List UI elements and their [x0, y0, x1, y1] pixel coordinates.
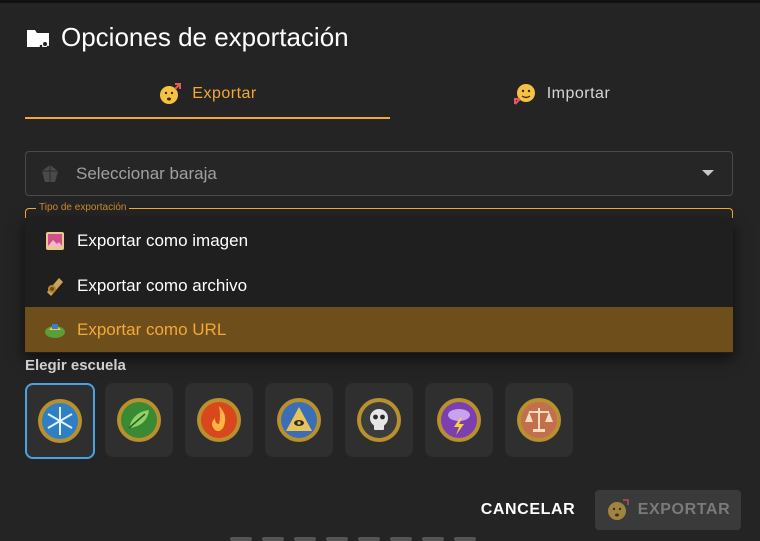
- cancel-button[interactable]: CANCELAR: [470, 495, 586, 525]
- menu-item-export-image[interactable]: Exportar como imagen: [25, 218, 733, 263]
- dialog-header: Opciones de exportación: [25, 22, 349, 53]
- export-type-menu: Exportar como imagen Exportar como archi…: [25, 218, 733, 353]
- school-storm[interactable]: [425, 383, 493, 457]
- folder-share-icon: [27, 29, 50, 48]
- school-label: Elegir escuela: [25, 357, 126, 374]
- menu-item-label: Exportar como imagen: [77, 230, 249, 250]
- menu-item-label: Exportar como URL: [77, 319, 227, 339]
- url-stamp-icon: [45, 323, 65, 338]
- tab-export-label: Exportar: [192, 85, 257, 102]
- school-fire[interactable]: [185, 383, 253, 457]
- school-ice[interactable]: [25, 383, 95, 459]
- export-button-label: EXPORTAR: [637, 501, 731, 518]
- tab-export[interactable]: Exportar: [25, 70, 390, 118]
- myth-school-icon: [277, 398, 321, 442]
- deck-select[interactable]: Seleccionar baraja: [25, 151, 733, 196]
- export-button[interactable]: EXPORTAR: [595, 490, 741, 530]
- school-death[interactable]: [345, 383, 413, 457]
- life-school-icon: [117, 398, 161, 442]
- ice-school-icon: [38, 399, 82, 443]
- tab-import[interactable]: Importar: [390, 70, 733, 118]
- tab-bar: Exportar Importar: [25, 70, 733, 120]
- file-scroll-icon: [47, 277, 63, 296]
- tab-import-label: Importar: [546, 85, 611, 102]
- fire-school-icon: [197, 398, 241, 442]
- school-balance[interactable]: [505, 383, 573, 457]
- image-scroll-icon: [46, 231, 64, 250]
- background-toolbar-peek: [230, 537, 530, 541]
- deck-select-placeholder: Seleccionar baraja: [76, 163, 217, 183]
- menu-item-export-file[interactable]: Exportar como archivo: [25, 263, 733, 308]
- school-life[interactable]: [105, 383, 173, 457]
- export-emoji-icon: [160, 83, 182, 104]
- export-type-label: Tipo de exportación: [36, 202, 130, 213]
- menu-item-export-url[interactable]: Exportar como URL: [25, 307, 733, 352]
- import-emoji-icon: [513, 84, 535, 105]
- menu-item-label: Exportar como archivo: [77, 275, 248, 295]
- school-myth[interactable]: [265, 383, 333, 457]
- export-emoji-icon: [607, 499, 629, 520]
- active-tab-indicator: [25, 117, 390, 119]
- balance-school-icon: [517, 398, 561, 442]
- dialog-title: Opciones de exportación: [61, 22, 349, 52]
- death-school-icon: [357, 398, 401, 442]
- storm-school-icon: [437, 398, 481, 442]
- chevron-down-icon[interactable]: [702, 170, 714, 176]
- export-options-dialog: Opciones de exportación Exportar Importa…: [0, 0, 760, 541]
- top-border: [0, 0, 760, 3]
- deck-gem-icon: [42, 164, 58, 182]
